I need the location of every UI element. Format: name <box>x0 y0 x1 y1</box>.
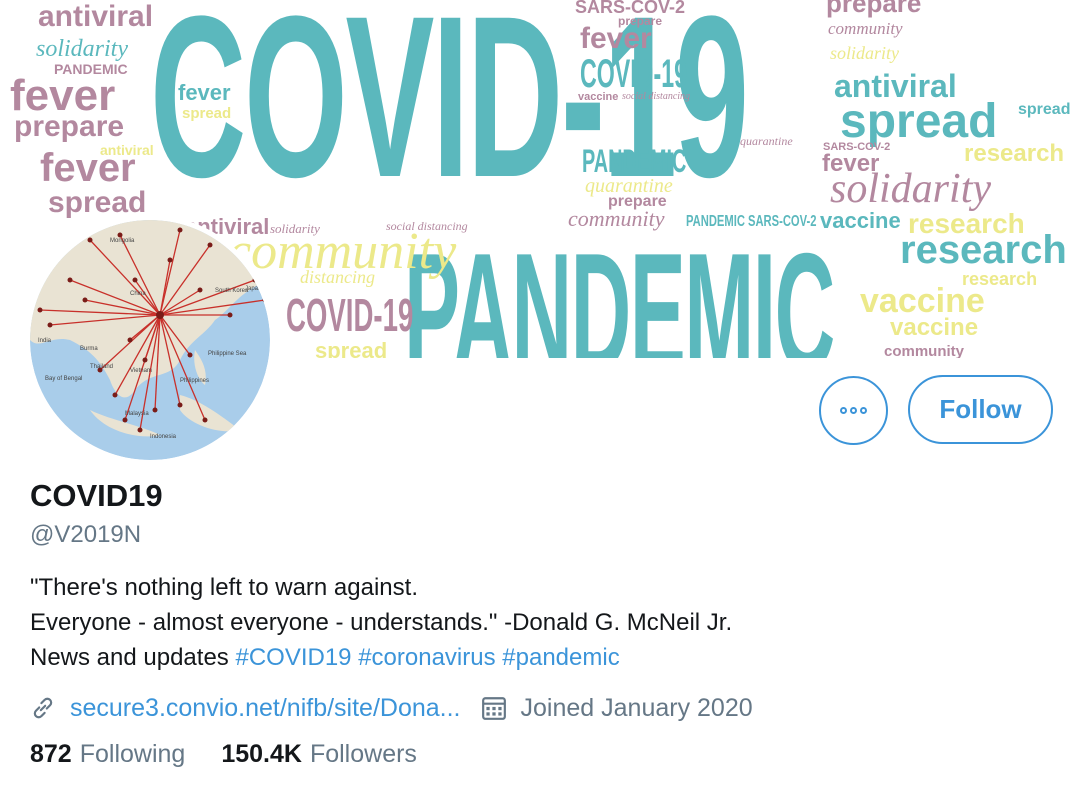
profile-website-link[interactable]: secure3.convio.net/nifb/site/Dona... <box>70 694 461 723</box>
link-icon <box>33 697 53 719</box>
banner-word: spread <box>182 105 232 122</box>
profile-stats: 872 Following 150.4K Followers <box>30 740 417 769</box>
banner-word: community <box>828 19 903 38</box>
banner-word: SARS-COV-2 <box>748 213 817 230</box>
banner-word: prepare <box>826 0 922 18</box>
banner-word: research <box>962 269 1038 289</box>
bio-line: "There's nothing left to warn against. <box>30 574 418 601</box>
banner-word: vaccine <box>820 208 901 233</box>
banner-word: quarantine <box>740 134 793 148</box>
hashtag-link[interactable]: #coronavirus <box>358 644 495 671</box>
following-label: Following <box>79 740 186 768</box>
map-label: Thailand <box>90 364 113 370</box>
banner-word: spread <box>840 95 998 148</box>
banner-word: PANDEMIC <box>686 213 745 230</box>
banner-word: prepare <box>14 110 125 143</box>
avatar-map-image: Mongolia South Korea Japan China India B… <box>30 220 270 460</box>
banner-word: spread <box>48 186 147 219</box>
map-label: Indonesia <box>150 434 177 440</box>
following-link[interactable]: 872 Following <box>30 740 185 769</box>
profile-bio: "There's nothing left to warn against. E… <box>30 570 732 675</box>
map-label: Burma <box>80 346 98 352</box>
banner-word: solidarity <box>830 43 900 63</box>
hashtag-link[interactable]: #pandemic <box>502 644 619 671</box>
bio-text: News and updates <box>30 644 236 671</box>
banner-word: research <box>964 140 1065 167</box>
profile-meta: secure3.convio.net/nifb/site/Dona... Joi… <box>30 690 753 726</box>
joined-date: Joined January 2020 <box>520 693 753 722</box>
banner-word: spread <box>315 338 388 359</box>
map-label: Bay of Bengal <box>45 376 82 382</box>
map-label: Mongolia <box>110 238 135 244</box>
banner-word: COVID-19 <box>580 52 688 96</box>
banner-word: social distancing <box>386 219 468 233</box>
hashtag-link[interactable]: #COVID19 <box>235 644 351 671</box>
banner-word: vaccine <box>860 282 985 320</box>
banner-word: vaccine <box>578 91 619 103</box>
map-label: Malaysia <box>125 411 149 417</box>
banner-word: solidarity <box>830 166 992 212</box>
banner-word: solidarity <box>36 36 129 62</box>
map-label: India <box>38 338 52 344</box>
more-icon <box>840 407 867 414</box>
banner-word: distancing <box>300 267 375 287</box>
banner-word: community <box>884 343 965 358</box>
profile-name: COVID19 <box>30 478 163 513</box>
map-label: Philippines <box>180 378 209 384</box>
more-options-button[interactable] <box>819 376 888 445</box>
banner-word: social distancing <box>622 91 691 102</box>
bio-line: Everyone - almost everyone - understands… <box>30 609 733 636</box>
banner-word: community <box>568 206 665 231</box>
map-label: Japan <box>245 286 261 292</box>
followers-link[interactable]: 150.4K Followers <box>221 740 417 769</box>
banner-word: research <box>900 228 1067 272</box>
calendar-icon <box>481 697 506 720</box>
banner-word: antiviral <box>38 0 154 33</box>
avatar[interactable]: Mongolia South Korea Japan China India B… <box>25 215 275 465</box>
following-count: 872 <box>30 740 72 768</box>
banner-word: fever <box>40 146 136 190</box>
followers-label: Followers <box>309 740 417 768</box>
banner-word: fever <box>178 80 231 105</box>
follow-button[interactable]: Follow <box>908 375 1053 444</box>
banner-word: vaccine <box>890 314 979 341</box>
bio-line: News and updates #COVID19 #coronavirus #… <box>30 640 732 675</box>
banner-word: spread <box>1018 101 1071 118</box>
profile-handle: @V2019N <box>30 521 142 548</box>
banner-word: COVID-19 <box>286 289 414 341</box>
map-label: South Korea <box>215 288 249 294</box>
banner-word: PANDEMIC <box>582 143 687 179</box>
map-label: China <box>130 291 146 297</box>
followers-count: 150.4K <box>221 740 302 768</box>
map-label: Philippine Sea <box>208 351 247 357</box>
banner-word: PANDEMIC <box>404 218 835 358</box>
map-label: Vietnam <box>130 368 152 374</box>
banner-word: fever <box>580 22 652 55</box>
